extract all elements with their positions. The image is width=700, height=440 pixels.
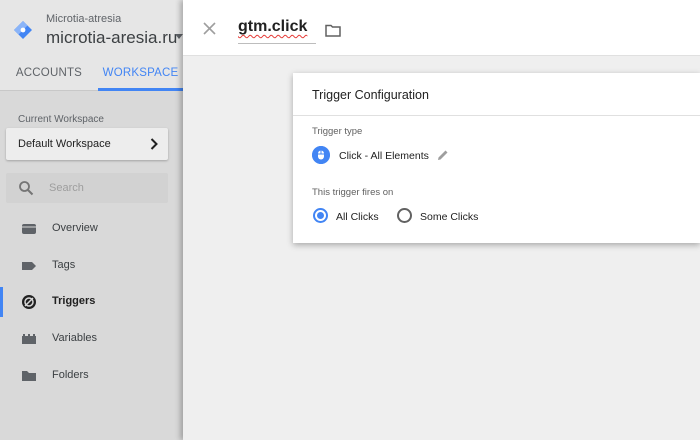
sidebar-item-label: Tags: [52, 259, 76, 271]
active-tab-indicator: [98, 88, 183, 91]
workspace-selector-button[interactable]: Default Workspace: [6, 128, 168, 160]
account-name: Microtia-atresia: [46, 13, 122, 25]
gtm-logo-icon: [14, 21, 32, 39]
tab-workspace[interactable]: WORKSPACE: [98, 56, 183, 91]
sidebar-item-variables[interactable]: Variables: [0, 324, 183, 354]
fires-on-label: This trigger fires on: [312, 187, 394, 198]
all-clicks-radio[interactable]: [313, 208, 328, 223]
sidebar-item-label: Triggers: [52, 295, 96, 307]
all-clicks-label[interactable]: All Clicks: [336, 211, 379, 223]
card-divider: [293, 115, 700, 116]
close-icon[interactable]: [203, 22, 216, 35]
container-header[interactable]: Microtia-atresia microtia-aresia.ru: [0, 0, 183, 56]
sidebar-item-label: Overview: [52, 222, 98, 234]
trigger-editor-panel: gtm.click Trigger Configuration Trigger …: [183, 0, 700, 440]
search-placeholder: Search: [49, 182, 84, 194]
folder-icon: [22, 371, 36, 381]
some-clicks-label[interactable]: Some Clicks: [420, 211, 478, 223]
trigger-name-value: gtm.click: [238, 18, 308, 35]
workspace-name: Default Workspace: [18, 138, 111, 150]
trigger-type-label: Trigger type: [312, 126, 363, 137]
active-item-indicator: [0, 287, 3, 317]
sidebar: Microtia-atresia microtia-aresia.ru ACCO…: [0, 0, 183, 440]
sidebar-item-folders[interactable]: Folders: [0, 361, 183, 391]
editor-topbar: gtm.click: [183, 0, 700, 56]
chevron-right-icon: [150, 138, 158, 150]
trigger-type-name[interactable]: Click - All Elements: [339, 150, 429, 162]
caret-down-icon[interactable]: [175, 34, 183, 39]
trigger-name-field[interactable]: gtm.click: [238, 18, 316, 44]
card-title: Trigger Configuration: [312, 88, 429, 102]
folder-icon[interactable]: [325, 24, 341, 37]
search-input[interactable]: Search: [6, 173, 168, 203]
edit-pencil-icon[interactable]: [437, 149, 449, 161]
sidebar-item-label: Variables: [52, 332, 98, 344]
container-name[interactable]: microtia-aresia.ru: [46, 28, 177, 48]
tag-icon: [22, 262, 36, 270]
current-workspace-label: Current Workspace: [18, 114, 104, 125]
sidebar-item-overview[interactable]: Overview: [0, 214, 183, 244]
overview-icon: [22, 224, 36, 234]
tab-accounts[interactable]: ACCOUNTS: [0, 56, 98, 91]
trigger-configuration-card[interactable]: Trigger Configuration Trigger type Click…: [293, 73, 700, 243]
sidebar-item-triggers[interactable]: Triggers: [0, 287, 183, 317]
variables-icon: [22, 334, 36, 344]
mouse-click-icon: [312, 146, 330, 164]
trigger-icon: [22, 295, 36, 309]
sidebar-item-label: Folders: [52, 369, 89, 381]
sidebar-item-tags[interactable]: Tags: [0, 251, 183, 281]
sidebar-tabs: ACCOUNTS WORKSPACE: [0, 56, 183, 91]
search-icon: [19, 181, 34, 196]
some-clicks-radio[interactable]: [397, 208, 412, 223]
